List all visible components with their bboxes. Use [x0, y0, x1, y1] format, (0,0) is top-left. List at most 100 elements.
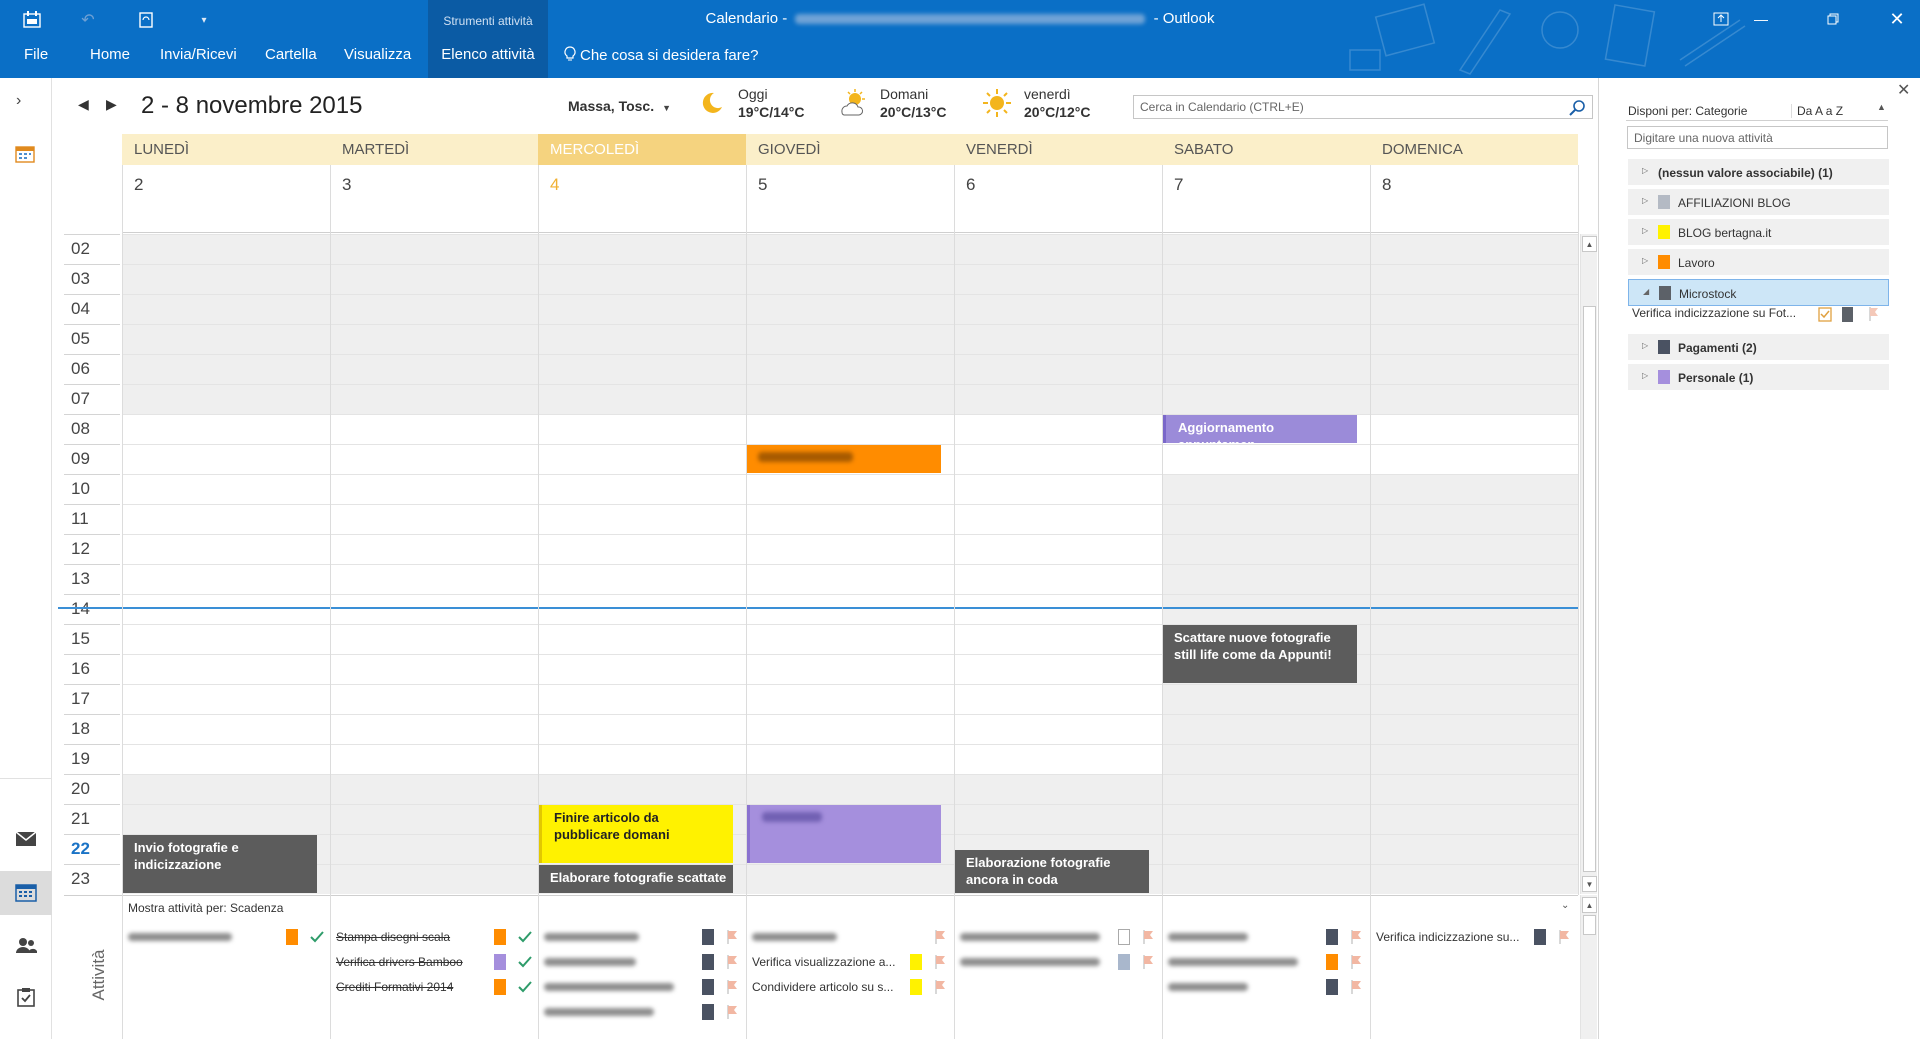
- time-slot[interactable]: [538, 504, 746, 534]
- category-color-swatch[interactable]: [494, 954, 506, 970]
- category-color-swatch[interactable]: [1842, 307, 1853, 322]
- time-slot[interactable]: [330, 474, 538, 504]
- day-number[interactable]: 2: [122, 175, 143, 195]
- day-number[interactable]: 6: [954, 175, 975, 195]
- time-slot[interactable]: [330, 864, 538, 894]
- chevron-down-icon[interactable]: ⌄: [1561, 900, 1569, 911]
- time-slot[interactable]: [1370, 354, 1578, 384]
- time-slot[interactable]: [538, 354, 746, 384]
- arrange-by-label[interactable]: Disponi per: Categorie: [1628, 104, 1747, 118]
- flag-icon[interactable]: [1142, 929, 1156, 945]
- time-slot[interactable]: [1162, 864, 1370, 894]
- time-slot[interactable]: [1370, 444, 1578, 474]
- time-slot[interactable]: [538, 474, 746, 504]
- appointment[interactable]: Elaborare fotografie scattate: [538, 865, 733, 893]
- time-slot[interactable]: [954, 804, 1162, 834]
- task-item[interactable]: [128, 928, 324, 946]
- close-button[interactable]: ✕: [1874, 0, 1920, 38]
- day-number[interactable]: 5: [746, 175, 767, 195]
- time-slot[interactable]: [746, 264, 954, 294]
- day-number[interactable]: 3: [330, 175, 351, 195]
- appointment[interactable]: Elaborazione fotografie ancora in coda: [954, 850, 1149, 893]
- checkmark-icon[interactable]: [518, 929, 532, 945]
- tab-visualizza[interactable]: Visualizza: [344, 46, 411, 68]
- time-slot[interactable]: [330, 234, 538, 264]
- scroll-thumb[interactable]: [1583, 306, 1596, 872]
- time-slot[interactable]: [538, 714, 746, 744]
- task-item[interactable]: Verifica indicizzazione su...: [1376, 928, 1572, 946]
- time-slot[interactable]: [1370, 624, 1578, 654]
- time-slot[interactable]: [538, 444, 746, 474]
- task-item[interactable]: [544, 978, 740, 996]
- nav-mail-icon[interactable]: [0, 817, 52, 861]
- time-slot[interactable]: [330, 354, 538, 384]
- time-slot[interactable]: [954, 234, 1162, 264]
- task-item[interactable]: [752, 928, 948, 946]
- time-slot[interactable]: [1162, 354, 1370, 384]
- category-color-swatch[interactable]: [286, 929, 298, 945]
- flag-icon[interactable]: [934, 979, 948, 995]
- category-color-swatch[interactable]: [1118, 954, 1130, 970]
- expand-triangle-icon[interactable]: ▷: [1642, 196, 1648, 205]
- appointment[interactable]: Invio fotografie e indicizzazione: [122, 835, 317, 893]
- scroll-down-icon[interactable]: ▼: [1582, 876, 1597, 892]
- time-slot[interactable]: [746, 744, 954, 774]
- time-slot[interactable]: [1370, 834, 1578, 864]
- day-number-today[interactable]: 4: [538, 175, 559, 195]
- time-slot[interactable]: [122, 384, 330, 414]
- time-slot[interactable]: [746, 774, 954, 804]
- task-item[interactable]: [1168, 953, 1364, 971]
- time-slot[interactable]: [1370, 714, 1578, 744]
- category-color-swatch[interactable]: [494, 929, 506, 945]
- weather-location-select[interactable]: Massa, Tosc. ▼: [568, 98, 671, 114]
- time-slot[interactable]: [538, 774, 746, 804]
- task-item[interactable]: [1168, 928, 1364, 946]
- time-slot[interactable]: [954, 444, 1162, 474]
- task-item[interactable]: Stampa disegni scala: [336, 928, 532, 946]
- flag-icon[interactable]: [1350, 954, 1364, 970]
- time-slot[interactable]: [746, 384, 954, 414]
- time-slot[interactable]: [538, 534, 746, 564]
- time-slot[interactable]: [1370, 384, 1578, 414]
- checkmark-icon[interactable]: [518, 979, 532, 995]
- time-slot[interactable]: [122, 264, 330, 294]
- time-slot[interactable]: [746, 414, 954, 444]
- appointment[interactable]: Finire articolo da pubblicare domani: [538, 805, 733, 863]
- checkmark-icon[interactable]: [310, 929, 324, 945]
- time-slot[interactable]: [746, 654, 954, 684]
- time-slot[interactable]: [122, 804, 330, 834]
- day-name-lunedi[interactable]: LUNEDÌ: [122, 134, 330, 165]
- search-icon[interactable]: [1569, 99, 1586, 116]
- time-slot[interactable]: [746, 504, 954, 534]
- time-slot[interactable]: [538, 294, 746, 324]
- time-slot[interactable]: [1370, 234, 1578, 264]
- time-slot[interactable]: [538, 624, 746, 654]
- task-group-header[interactable]: ▷ Lavoro: [1628, 249, 1889, 276]
- time-slot[interactable]: [746, 714, 954, 744]
- flag-icon[interactable]: [1350, 979, 1364, 995]
- time-slot[interactable]: [1370, 324, 1578, 354]
- time-slot[interactable]: [538, 594, 746, 624]
- time-slot[interactable]: [954, 414, 1162, 444]
- nav-calendar-icon[interactable]: [0, 871, 52, 915]
- scroll-up-icon[interactable]: ▲: [1582, 897, 1597, 913]
- calendar-time-grid[interactable]: 0203040506070809101112131415161718192021…: [64, 234, 1578, 894]
- time-slot[interactable]: [1162, 264, 1370, 294]
- time-slot[interactable]: [1370, 774, 1578, 804]
- time-slot[interactable]: [330, 774, 538, 804]
- time-slot[interactable]: [1162, 834, 1370, 864]
- time-slot[interactable]: [122, 324, 330, 354]
- scroll-up-icon[interactable]: ▲: [1582, 236, 1597, 252]
- day-number[interactable]: 7: [1162, 175, 1183, 195]
- calendar-search[interactable]: [1133, 95, 1593, 119]
- time-slot[interactable]: [1162, 774, 1370, 804]
- mini-calendar-icon[interactable]: [14, 144, 36, 164]
- checkmark-icon[interactable]: [518, 954, 532, 970]
- category-color-swatch[interactable]: [1326, 954, 1338, 970]
- time-slot[interactable]: [954, 774, 1162, 804]
- category-color-swatch[interactable]: [1118, 929, 1130, 945]
- flag-icon[interactable]: [726, 929, 740, 945]
- time-slot[interactable]: [330, 594, 538, 624]
- time-slot[interactable]: [746, 354, 954, 384]
- restore-button[interactable]: [1810, 0, 1856, 38]
